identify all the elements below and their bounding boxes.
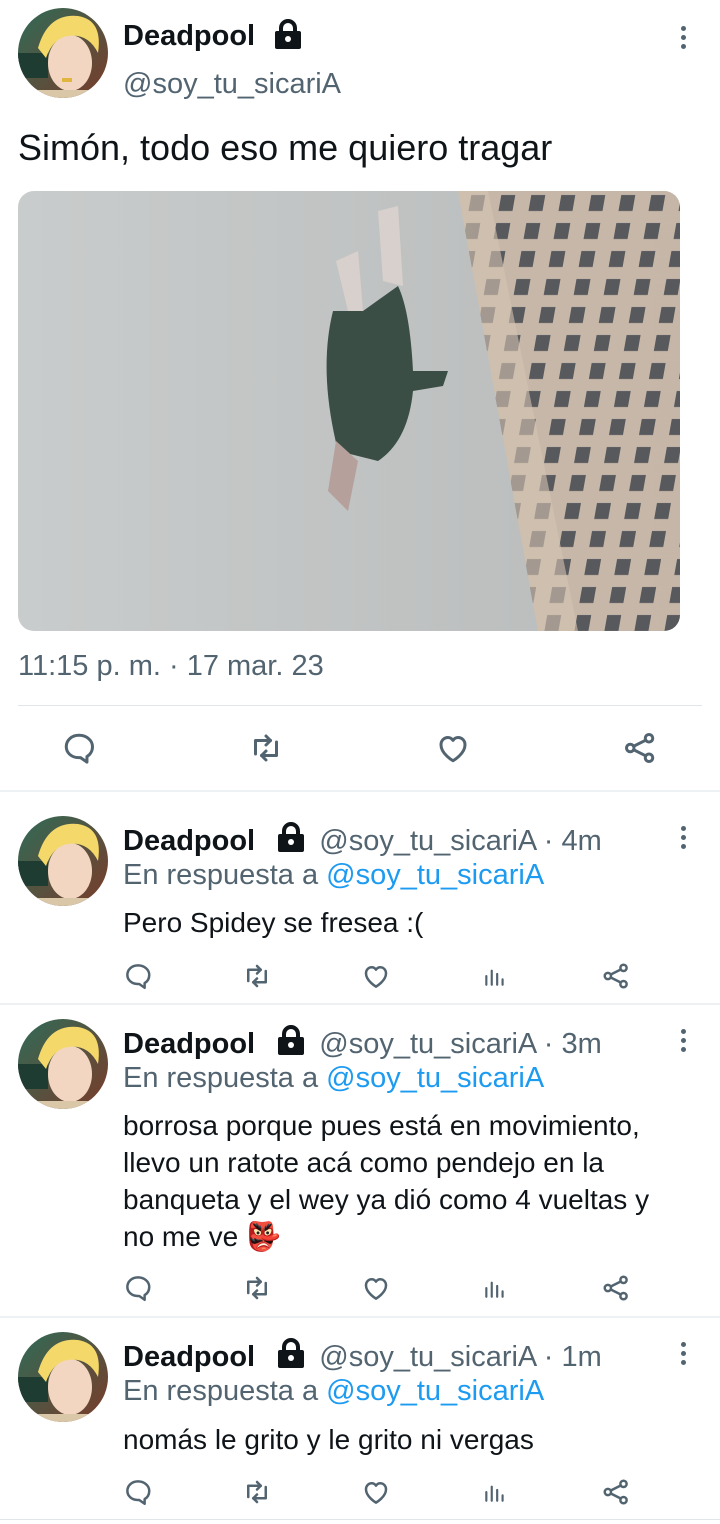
- reply-to-label: En respuesta a: [123, 859, 319, 891]
- user-handle[interactable]: @soy_tu_sicariA: [319, 1028, 535, 1060]
- retweet-icon[interactable]: [242, 1273, 272, 1303]
- reply-icon[interactable]: [123, 961, 153, 991]
- retweet-icon[interactable]: [242, 1477, 272, 1507]
- avatar[interactable]: [18, 8, 108, 98]
- more-icon[interactable]: [671, 22, 695, 62]
- reply-to-link[interactable]: @soy_tu_sicariA: [326, 1062, 544, 1094]
- like-icon[interactable]: [435, 730, 471, 766]
- display-name[interactable]: Deadpool: [123, 1028, 255, 1060]
- tweet-time: · 1m: [543, 1341, 602, 1373]
- retweet-icon[interactable]: [248, 730, 284, 766]
- reply-to-link[interactable]: @soy_tu_sicariA: [326, 1375, 544, 1407]
- user-handle[interactable]: @soy_tu_sicariA: [319, 1341, 535, 1373]
- analytics-icon[interactable]: [482, 962, 508, 988]
- share-icon[interactable]: [601, 1273, 631, 1303]
- user-handle[interactable]: @soy_tu_sicariA: [123, 68, 341, 101]
- tweet-timestamp: 11:15 p. m. · 17 mar. 23: [18, 650, 324, 682]
- divider: [0, 1316, 720, 1318]
- display-name[interactable]: Deadpool: [123, 1341, 255, 1373]
- share-icon[interactable]: [601, 1477, 631, 1507]
- lock-icon: [275, 19, 301, 49]
- user-handle[interactable]: @soy_tu_sicariA: [319, 825, 535, 857]
- divider: [18, 705, 702, 706]
- tweet-text: Simón, todo eso me quiero tragar: [18, 127, 553, 168]
- share-icon[interactable]: [622, 730, 658, 766]
- tweet-media[interactable]: [18, 191, 680, 631]
- divider: [0, 790, 720, 792]
- reply-to-link[interactable]: @soy_tu_sicariA: [326, 859, 544, 891]
- like-icon[interactable]: [361, 1273, 391, 1303]
- lock-icon: [278, 1338, 305, 1368]
- more-icon[interactable]: [671, 1025, 695, 1065]
- like-icon[interactable]: [361, 1477, 391, 1507]
- tweet-time: · 3m: [543, 1028, 602, 1060]
- more-icon[interactable]: [671, 1338, 695, 1378]
- tweet-time: · 4m: [543, 825, 602, 857]
- analytics-icon[interactable]: [482, 1478, 508, 1504]
- share-icon[interactable]: [601, 961, 631, 991]
- more-icon[interactable]: [671, 822, 695, 862]
- divider: [0, 1003, 720, 1005]
- like-icon[interactable]: [361, 961, 391, 991]
- display-name[interactable]: Deadpool: [123, 20, 255, 53]
- display-name[interactable]: Deadpool: [123, 825, 255, 857]
- retweet-icon[interactable]: [242, 961, 272, 991]
- reply-to-label: En respuesta a: [123, 1375, 319, 1407]
- reply-icon[interactable]: [123, 1273, 153, 1303]
- reply-to-label: En respuesta a: [123, 1062, 319, 1094]
- avatar[interactable]: [18, 816, 108, 906]
- divider: [0, 1519, 720, 1520]
- reply-icon[interactable]: [123, 1477, 153, 1507]
- reply-text: nomás le grito y le grito ni vergas: [123, 1424, 534, 1455]
- reply-icon[interactable]: [61, 730, 97, 766]
- lock-icon: [278, 1025, 305, 1055]
- analytics-icon[interactable]: [482, 1274, 508, 1300]
- avatar[interactable]: [18, 1019, 108, 1109]
- lock-icon: [278, 822, 305, 852]
- avatar[interactable]: [18, 1332, 108, 1422]
- reply-text: borrosa porque pues está en movimiento, …: [123, 1110, 650, 1252]
- reply-text: Pero Spidey se fresea :(: [123, 907, 424, 938]
